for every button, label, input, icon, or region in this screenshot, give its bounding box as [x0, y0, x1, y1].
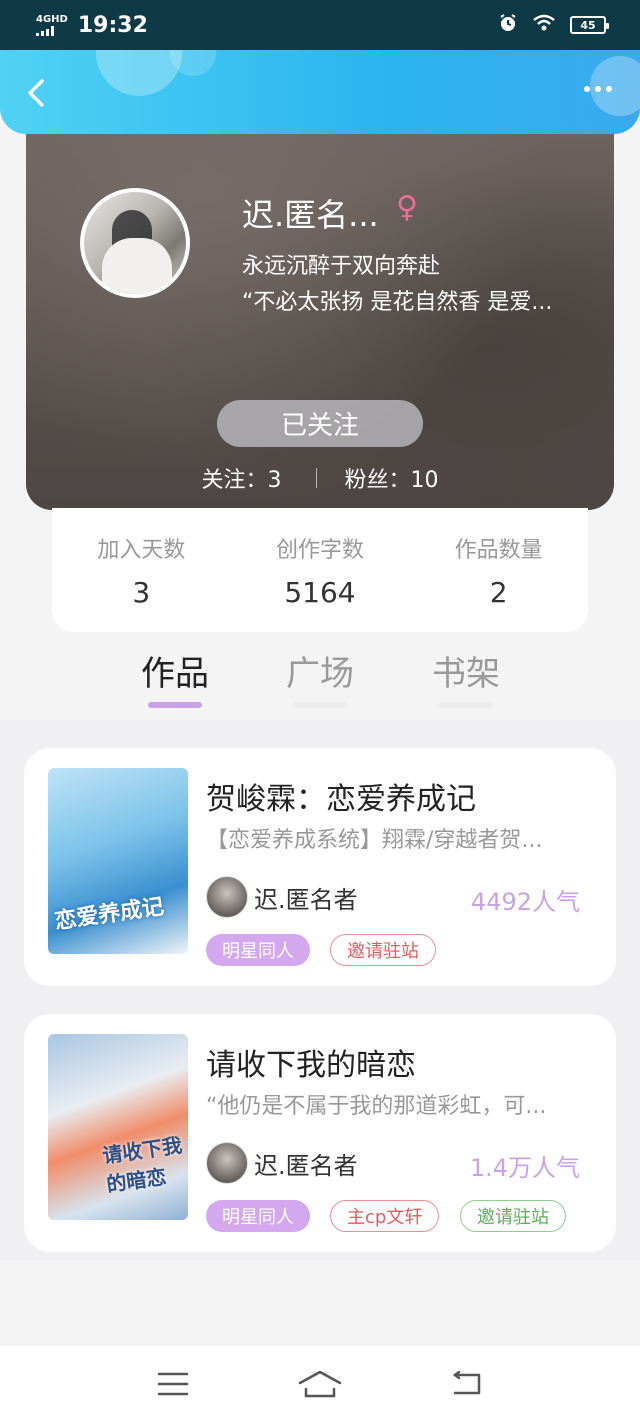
menu-icon — [158, 1372, 189, 1396]
work-description: “他仍是不属于我的那道彩虹，可... — [206, 1094, 547, 1119]
alarm-icon — [498, 13, 518, 37]
stat-value: 3 — [132, 576, 151, 609]
user-avatar[interactable] — [80, 188, 190, 298]
back-chevron-icon — [28, 79, 44, 107]
battery-icon: 45 — [570, 16, 609, 34]
more-options-button[interactable] — [584, 86, 612, 92]
cover-title-art: 请收下我的暗恋 — [100, 1132, 184, 1197]
tag-invite[interactable]: 邀请驻站 — [460, 1200, 566, 1232]
author-avatar — [206, 876, 248, 918]
divider — [315, 468, 317, 488]
user-name: 迟.匿名... — [242, 196, 379, 234]
work-author: 迟.匿名者 — [254, 886, 358, 914]
work-popularity: 1.4万人气 — [469, 1154, 580, 1182]
cover-title-art: 恋爱养成记 — [53, 894, 166, 935]
tab-bar: 作品 广场 书架 — [0, 640, 640, 720]
decorative-bubble — [96, 50, 182, 96]
status-right: 45 — [498, 13, 609, 37]
more-dot — [595, 86, 601, 92]
work-card[interactable]: 恋爱养成记 贺峻霖：恋爱养成记 【恋爱养成系统】翔霖/穿越者贺... 迟.匿名者… — [24, 748, 616, 986]
work-card[interactable]: 请收下我的暗恋 请收下我的暗恋 “他仍是不属于我的那道彩虹，可... 迟.匿名者… — [24, 1014, 616, 1252]
status-bar: 4GHD 19:32 45 — [0, 0, 640, 50]
signal-bars-icon — [36, 25, 68, 36]
tag-category[interactable]: 明星同人 — [206, 934, 310, 966]
followers-count[interactable]: 粉丝：10 — [345, 462, 439, 494]
signal-indicator: 4GHD — [36, 13, 68, 36]
stat-label: 创作字数 — [275, 538, 364, 563]
tag-main-cp[interactable]: 主cp文轩 — [330, 1200, 440, 1232]
stat-work-count: 作品数量 2 — [424, 532, 574, 632]
user-bio-line1: 永远沉醉于双向奔赴 — [242, 254, 441, 279]
tag-category[interactable]: 明星同人 — [206, 1200, 310, 1232]
followed-button[interactable]: 已关注 — [217, 400, 423, 447]
work-description: 【恋爱养成系统】翔霖/穿越者贺... — [206, 828, 543, 853]
battery-level: 45 — [580, 18, 596, 32]
status-left: 4GHD 19:32 — [36, 13, 148, 38]
work-author: 迟.匿名者 — [254, 1152, 358, 1180]
wifi-icon — [532, 14, 556, 36]
tab-works[interactable]: 作品 — [130, 646, 220, 695]
tab-indicator — [293, 702, 347, 708]
tab-indicator-active — [148, 702, 202, 708]
work-popularity: 4492人气 — [470, 888, 580, 916]
female-gender-icon: ♀ — [396, 190, 418, 225]
more-dots-icon — [584, 86, 590, 92]
follow-counts: 关注：3 粉丝：10 — [26, 462, 614, 494]
return-button[interactable] — [442, 1364, 492, 1404]
tab-bookshelf[interactable]: 书架 — [421, 646, 511, 695]
stat-label: 加入天数 — [97, 538, 186, 563]
menu-button[interactable] — [148, 1364, 198, 1404]
system-nav-bar — [0, 1346, 640, 1422]
stat-word-count: 创作字数 5164 — [245, 532, 395, 632]
more-dot — [606, 86, 612, 92]
work-cover-image[interactable]: 请收下我的暗恋 — [48, 1034, 188, 1220]
return-icon — [452, 1371, 480, 1395]
work-cover-image[interactable]: 恋爱养成记 — [48, 768, 188, 954]
work-title[interactable]: 请收下我的暗恋 — [206, 1040, 416, 1084]
tab-indicator — [439, 702, 493, 708]
stat-value: 2 — [489, 576, 508, 609]
tab-square[interactable]: 广场 — [275, 646, 365, 695]
stat-value: 5164 — [284, 576, 356, 609]
clock-time: 19:32 — [77, 12, 148, 38]
tag-invite[interactable]: 邀请驻站 — [330, 934, 436, 966]
following-count[interactable]: 关注：3 — [202, 462, 282, 494]
header-bar — [0, 50, 640, 134]
stat-join-days: 加入天数 3 — [66, 532, 216, 632]
stat-label: 作品数量 — [454, 538, 543, 563]
user-bio-line2: “不必太张扬 是花自然香 是爱... — [242, 290, 553, 315]
back-button[interactable] — [22, 78, 52, 108]
stats-panel: 加入天数 3 创作字数 5164 作品数量 2 — [52, 508, 588, 632]
work-title[interactable]: 贺峻霖：恋爱养成记 — [206, 774, 476, 818]
author-avatar — [206, 1142, 248, 1184]
home-icon — [298, 1370, 342, 1398]
network-type: 4GHD — [36, 13, 68, 25]
profile-card: 迟.匿名... ♀ 永远沉醉于双向奔赴 “不必太张扬 是花自然香 是爱... 已… — [26, 112, 614, 510]
home-button[interactable] — [295, 1364, 345, 1404]
